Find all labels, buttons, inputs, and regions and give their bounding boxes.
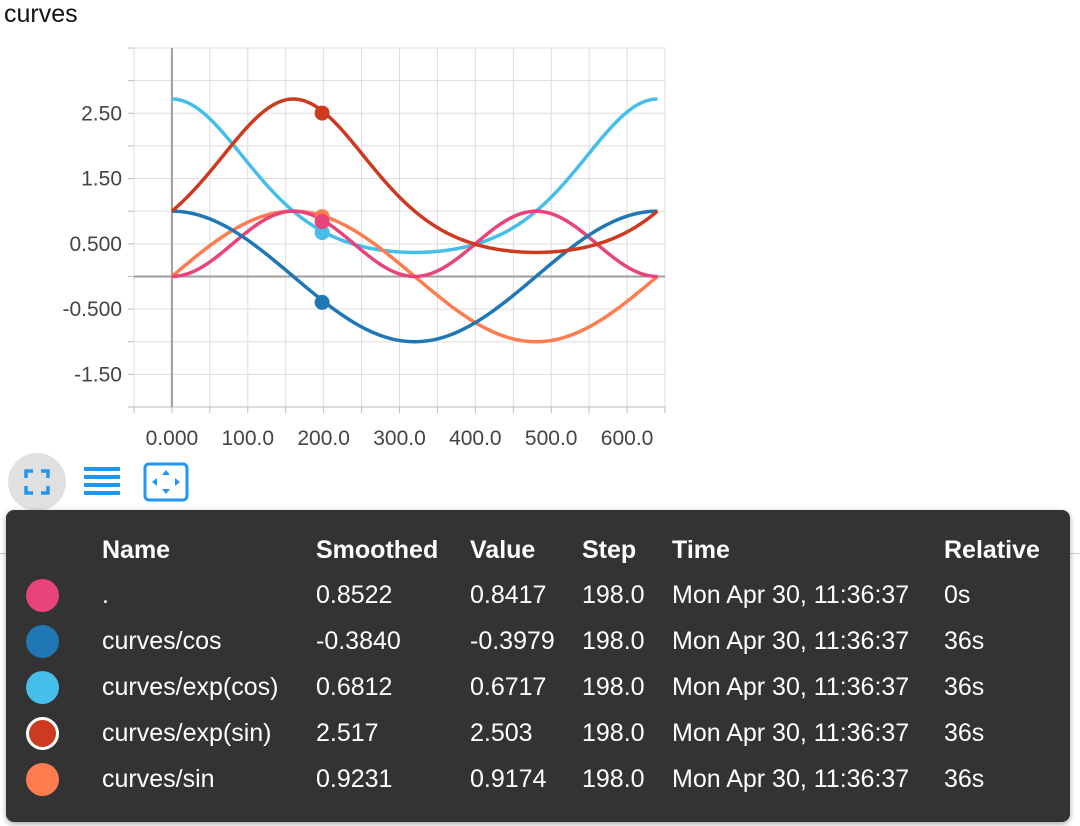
tooltip-relative-cell: 0s bbox=[944, 580, 971, 609]
tooltip-row: curves/cos -0.3840 -0.3979 198.0 Mon Apr 30,… bbox=[26, 618, 1044, 664]
tooltip-panel: Name Smoothed Value Step Time Relative .… bbox=[6, 510, 1070, 822]
y-tick-label: -1.50 bbox=[74, 363, 122, 386]
tooltip-value-cell: 0.8417 bbox=[470, 580, 547, 609]
series-swatch bbox=[26, 578, 59, 612]
tooltip-value-cell: 0.9174 bbox=[470, 764, 547, 793]
x-tick-label: 500.0 bbox=[525, 427, 578, 450]
tooltip-value-cell: -0.3979 bbox=[470, 626, 555, 655]
hover-markers bbox=[314, 105, 330, 310]
tooltip-relative-cell: 36s bbox=[944, 626, 985, 655]
series-line bbox=[171, 97, 658, 255]
x-tick-label: 100.0 bbox=[222, 427, 275, 450]
series-lines bbox=[170, 97, 659, 344]
grid bbox=[133, 47, 666, 408]
tooltip-value-cell: 0.6717 bbox=[470, 672, 547, 701]
value-header: Value bbox=[470, 535, 536, 564]
name-header: Name bbox=[102, 535, 171, 564]
relative-header: Relative bbox=[944, 535, 1040, 564]
fit-domain-icon bbox=[143, 462, 189, 502]
tooltip-step-cell: 198.0 bbox=[582, 764, 645, 793]
tooltip-step-cell: 198.0 bbox=[582, 626, 645, 655]
tooltip-smoothed-cell: -0.3840 bbox=[316, 626, 401, 655]
swatch-cell bbox=[26, 756, 102, 802]
tooltip-row: curves/sin 0.9231 0.9174 198.0 Mon Apr 30, 1… bbox=[26, 756, 1044, 802]
axes bbox=[128, 47, 666, 413]
series-swatch bbox=[26, 762, 59, 796]
lines-icon bbox=[84, 467, 120, 495]
tooltip-time-cell: Mon Apr 30, 11:36:37 bbox=[672, 718, 910, 747]
hover-point bbox=[314, 105, 330, 121]
tooltip-row: curves/exp(sin) 2.517 2.503 198.0 Mon Apr 30… bbox=[26, 710, 1044, 756]
tooltip-table: Name Smoothed Value Step Time Relative .… bbox=[26, 528, 1044, 802]
y-tick-label: 0.500 bbox=[69, 233, 122, 256]
tooltip-relative-cell: 36s bbox=[944, 764, 985, 793]
tooltip-step-cell: 198.0 bbox=[582, 672, 645, 701]
tooltip-relative-cell: 36s bbox=[944, 672, 985, 701]
tooltip-smoothed-cell: 0.8522 bbox=[316, 580, 393, 609]
y-tick-label: 2.50 bbox=[81, 102, 122, 125]
x-tick-label: 0.000 bbox=[146, 427, 199, 450]
series-swatch bbox=[26, 670, 59, 704]
tooltip-name-cell: curves/cos bbox=[102, 626, 222, 655]
tooltip-step-cell: 198.0 bbox=[582, 718, 645, 747]
swatch-cell bbox=[26, 572, 102, 618]
smoothed-header: Smoothed bbox=[316, 535, 439, 564]
tooltip-time-cell: Mon Apr 30, 11:36:37 bbox=[672, 580, 910, 609]
swatch-cell bbox=[26, 710, 102, 756]
y-tick-label: -0.500 bbox=[62, 298, 122, 321]
step-header: Step bbox=[582, 535, 637, 564]
tooltip-name-cell: curves/exp(sin) bbox=[102, 718, 272, 747]
swatch-header bbox=[26, 528, 102, 572]
time-header: Time bbox=[672, 535, 730, 564]
tooltip-time-cell: Mon Apr 30, 11:36:37 bbox=[672, 672, 910, 701]
fullscreen-icon bbox=[24, 469, 50, 495]
tooltip-row: . 0.8522 0.8417 198.0 Mon Apr 30, 11:36:37 0s bbox=[26, 572, 1044, 618]
tooltip-time-cell: Mon Apr 30, 11:36:37 bbox=[672, 764, 910, 793]
series-line bbox=[170, 97, 659, 255]
swatch-cell bbox=[26, 618, 102, 664]
fit-domain-button[interactable] bbox=[137, 453, 195, 511]
tooltip-name-cell: curves/exp(cos) bbox=[102, 672, 279, 701]
tooltip-row: curves/exp(cos) 0.6812 0.6717 198.0 Mon Apr … bbox=[26, 664, 1044, 710]
hover-point bbox=[314, 294, 330, 310]
series-swatch bbox=[26, 716, 59, 750]
x-tick-label: 400.0 bbox=[449, 427, 502, 450]
tooltip-smoothed-cell: 0.6812 bbox=[316, 672, 393, 701]
tooltip-name-cell: curves/sin bbox=[102, 764, 215, 793]
swatch-cell bbox=[26, 664, 102, 710]
tooltip-relative-cell: 36s bbox=[944, 718, 985, 747]
x-tick-label: 300.0 bbox=[373, 427, 426, 450]
log-scale-button[interactable] bbox=[73, 453, 131, 511]
line-chart[interactable]: 0.000 100.0 200.0 300.0 400.0 500.0 600.0 2.50 1… bbox=[0, 0, 1080, 460]
tooltip-smoothed-cell: 0.9231 bbox=[316, 764, 393, 793]
series-swatch bbox=[26, 624, 59, 658]
x-tick-label: 600.0 bbox=[601, 427, 654, 450]
x-tick-label: 200.0 bbox=[297, 427, 350, 450]
tooltip-time-cell: Mon Apr 30, 11:36:37 bbox=[672, 626, 910, 655]
fullscreen-button[interactable] bbox=[8, 453, 66, 511]
tooltip-step-cell: 198.0 bbox=[582, 580, 645, 609]
y-tick-label: 1.50 bbox=[81, 168, 122, 191]
hover-point bbox=[314, 214, 330, 230]
tooltip-smoothed-cell: 2.517 bbox=[316, 718, 379, 747]
tooltip-name-cell: . bbox=[102, 580, 109, 609]
tooltip-value-cell: 2.503 bbox=[470, 718, 533, 747]
tooltip-header-row: Name Smoothed Value Step Time Relative bbox=[26, 528, 1044, 572]
